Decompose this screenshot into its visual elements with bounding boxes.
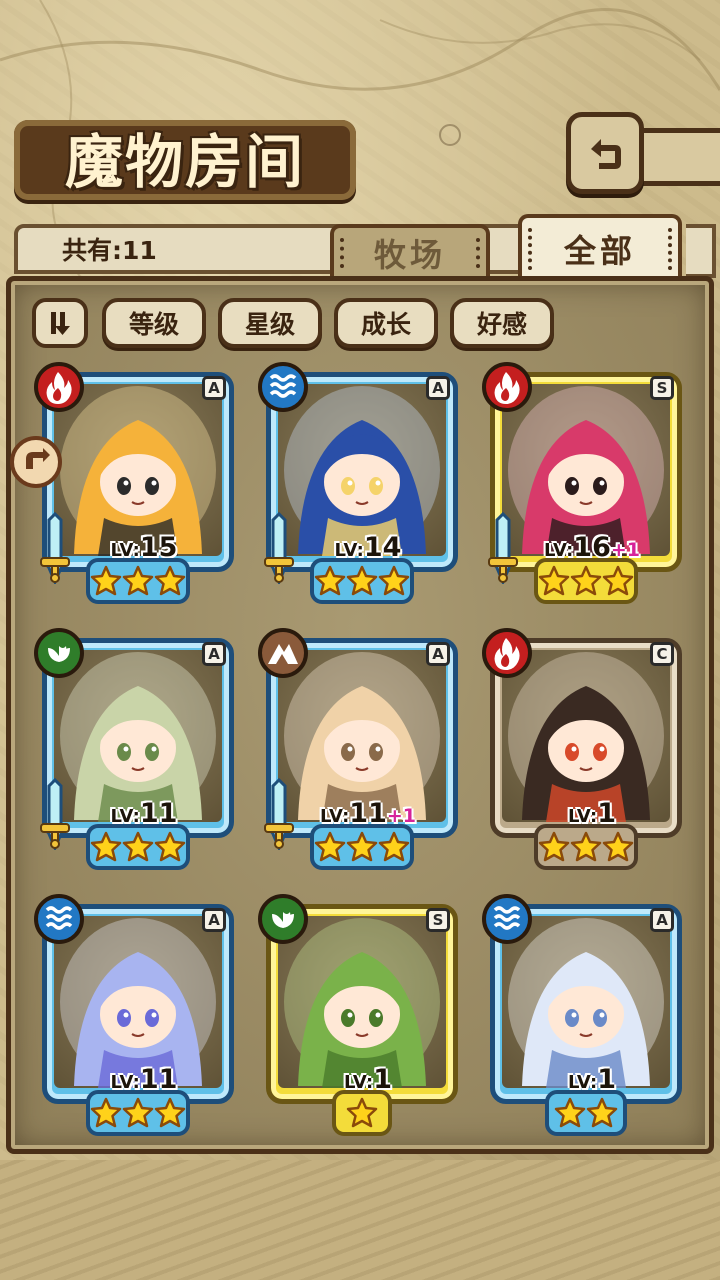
monster-illustration xyxy=(508,386,664,556)
monster-portrait xyxy=(502,650,670,822)
monster-illustration xyxy=(284,652,440,822)
water-element-icon xyxy=(258,362,308,412)
fire-element-icon xyxy=(482,362,532,412)
star-icon xyxy=(122,1097,154,1128)
star-icon xyxy=(378,565,410,596)
monster-illustration xyxy=(284,918,440,1088)
star-icon xyxy=(90,831,122,862)
footer-strip xyxy=(0,1160,720,1280)
star-rating xyxy=(332,1090,392,1136)
monster-card[interactable]: C LV:1 xyxy=(482,628,688,872)
monster-card[interactable]: S LV:16+1 xyxy=(482,362,688,606)
star-rating xyxy=(545,1090,627,1136)
monster-portrait xyxy=(278,916,446,1088)
star-icon xyxy=(538,565,570,596)
monster-card[interactable]: A LV:11 xyxy=(34,628,240,872)
monster-card[interactable]: A LV:1 xyxy=(482,894,688,1138)
monster-card[interactable]: A LV:11+1 xyxy=(258,628,464,872)
star-rating xyxy=(534,824,638,870)
back-button-tail xyxy=(640,128,720,186)
star-icon xyxy=(122,831,154,862)
monster-illustration xyxy=(60,386,216,556)
star-icon xyxy=(570,831,602,862)
monster-illustration xyxy=(60,918,216,1088)
back-arrow-icon xyxy=(591,139,621,169)
monster-card[interactable]: S LV:1 xyxy=(258,894,464,1138)
rank-badge: A xyxy=(426,376,450,400)
star-rating xyxy=(86,824,190,870)
monster-illustration xyxy=(508,652,664,822)
star-icon xyxy=(570,565,602,596)
rank-badge: A xyxy=(202,642,226,666)
star-rating xyxy=(534,558,638,604)
monster-illustration xyxy=(508,918,664,1088)
star-icon xyxy=(154,831,186,862)
monster-portrait xyxy=(54,384,222,556)
monster-card[interactable]: A LV:11 xyxy=(34,894,240,1138)
sort-by-affection-button[interactable]: 好感 xyxy=(450,298,554,348)
monster-illustration xyxy=(284,386,440,556)
star-icon xyxy=(346,565,378,596)
fire-element-icon xyxy=(34,362,84,412)
star-icon xyxy=(378,831,410,862)
side-scroll-button[interactable] xyxy=(10,436,62,488)
monster-portrait xyxy=(502,916,670,1088)
star-icon xyxy=(602,831,634,862)
star-icon xyxy=(154,565,186,596)
star-icon xyxy=(346,1097,378,1128)
monster-portrait xyxy=(278,650,446,822)
monster-card[interactable]: A LV:14 xyxy=(258,362,464,606)
star-icon xyxy=(90,1097,122,1128)
water-element-icon xyxy=(482,894,532,944)
tab-ranch[interactable]: 牧场 xyxy=(330,224,490,278)
monster-portrait xyxy=(502,384,670,556)
earth-element-icon xyxy=(258,628,308,678)
rank-badge: A xyxy=(202,908,226,932)
tab-bar-end xyxy=(686,224,716,278)
monster-card[interactable]: A LV:15 xyxy=(34,362,240,606)
rank-badge: A xyxy=(202,376,226,400)
star-icon xyxy=(314,565,346,596)
star-icon xyxy=(538,831,570,862)
star-icon xyxy=(122,565,154,596)
star-rating xyxy=(86,558,190,604)
fire-element-icon xyxy=(482,628,532,678)
star-icon xyxy=(346,831,378,862)
sort-order-icon xyxy=(51,312,70,335)
star-icon xyxy=(554,1097,586,1128)
monster-portrait xyxy=(54,916,222,1088)
wood-element-icon xyxy=(258,894,308,944)
star-rating xyxy=(86,1090,190,1136)
star-rating xyxy=(310,558,414,604)
tab-all[interactable]: 全部 xyxy=(518,214,682,280)
monster-count: 共有:11 xyxy=(62,236,157,265)
back-button[interactable] xyxy=(566,112,644,194)
water-element-icon xyxy=(34,894,84,944)
sort-by-growth-button[interactable]: 成长 xyxy=(334,298,438,348)
star-icon xyxy=(314,831,346,862)
star-icon xyxy=(154,1097,186,1128)
monster-illustration xyxy=(60,652,216,822)
rank-badge: C xyxy=(650,642,674,666)
sort-by-level-button[interactable]: 等级 xyxy=(102,298,206,348)
star-icon xyxy=(602,565,634,596)
rank-badge: A xyxy=(426,642,450,666)
star-rating xyxy=(310,824,414,870)
monster-portrait xyxy=(278,384,446,556)
star-icon xyxy=(90,565,122,596)
rank-badge: S xyxy=(650,376,674,400)
rank-badge: A xyxy=(650,908,674,932)
wood-element-icon xyxy=(34,628,84,678)
star-icon xyxy=(586,1097,618,1128)
page-title: 魔物房间 xyxy=(64,128,305,196)
turn-arrow-icon xyxy=(26,448,50,469)
monster-portrait xyxy=(54,650,222,822)
rank-badge: S xyxy=(426,908,450,932)
sort-by-star-button[interactable]: 星级 xyxy=(218,298,322,348)
sort-order-toggle[interactable] xyxy=(32,298,88,348)
